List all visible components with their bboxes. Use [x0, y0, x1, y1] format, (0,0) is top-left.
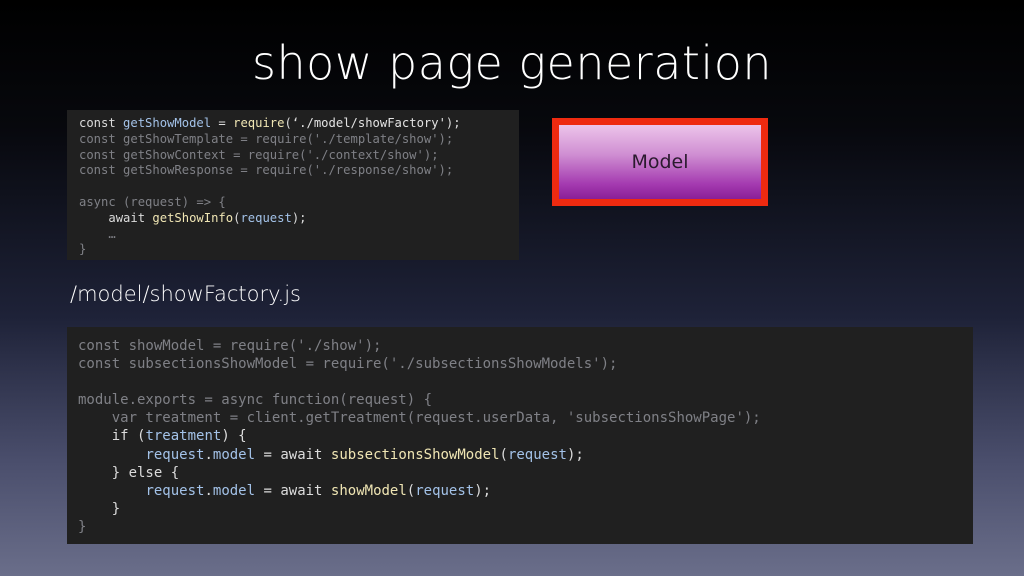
code-line: async (request) => {: [79, 195, 519, 211]
code-block-show-factory: const showModel = require('./show'); cons…: [67, 327, 973, 544]
code-token: const getShowResponse = require('./respo…: [79, 163, 454, 178]
code-token: request: [240, 210, 292, 225]
code-token: (: [499, 446, 508, 463]
slide-title: show page generation: [252, 36, 772, 90]
model-label: Model: [559, 125, 761, 199]
code-token: );: [291, 210, 307, 225]
code-token: const getShowContext = require('./contex…: [79, 147, 439, 162]
code-token: showModel: [330, 482, 407, 499]
code-token: =: [255, 446, 281, 463]
code-token: const: [79, 116, 124, 130]
code-token: .: [204, 482, 213, 499]
code-token: model: [212, 482, 256, 499]
code-token: ‘./model/showFactory': [291, 116, 446, 130]
code-token: request: [145, 446, 205, 463]
code-line: if (treatment) {: [78, 427, 973, 445]
code-line: …: [79, 227, 519, 243]
code-token: =: [211, 116, 234, 130]
code-token: const showModel = require('./show');: [78, 338, 382, 354]
code-line: const getShowModel = require(‘./model/sh…: [79, 116, 519, 132]
code-token: getShowInfo: [152, 210, 234, 225]
code-line: const getShowResponse = require('./respo…: [79, 163, 519, 179]
code-token: await: [280, 482, 331, 499]
code-token: await: [280, 446, 331, 463]
code-token: getShowModel: [123, 116, 212, 130]
code-token: (: [284, 116, 292, 130]
code-token: );: [474, 482, 492, 499]
code-token: subsectionsShowModel: [330, 446, 500, 463]
code-line: } else {: [78, 464, 973, 482]
code-token: const subsectionsShowModel = require('./…: [78, 356, 618, 373]
code-token: async (request) => {: [79, 194, 226, 209]
code-token: );: [445, 116, 461, 130]
code-token: ) {: [221, 428, 247, 445]
model-box: Model: [552, 118, 768, 206]
code-token: request: [507, 446, 567, 463]
code-line: var treatment = client.getTreatment(requ…: [78, 409, 973, 427]
code-block-usage: const getShowModel = require(‘./model/sh…: [67, 110, 519, 260]
code-line: }: [78, 518, 973, 536]
code-line: const getShowTemplate = require('./templ…: [79, 132, 519, 148]
code-token: module.exports = async function(request)…: [78, 392, 433, 409]
code-token: await: [108, 210, 153, 225]
code-token: …: [108, 226, 116, 241]
code-token: model: [212, 446, 256, 463]
code-token: } else {: [111, 464, 180, 481]
code-token: }: [111, 500, 121, 517]
code-line: }: [78, 500, 973, 518]
code-token: );: [566, 446, 584, 463]
code-line: request.model = await subsectionsShowMod…: [78, 446, 973, 464]
code-token: const getShowTemplate = require('./templ…: [79, 131, 454, 146]
code-line: request.model = await showModel(request)…: [78, 482, 973, 500]
code-line: }: [79, 242, 519, 258]
code-token: request: [415, 482, 475, 499]
code-line: const getShowContext = require('./contex…: [79, 148, 519, 164]
code-line: const subsectionsShowModel = require('./…: [78, 355, 973, 373]
code-token: treatment: [145, 428, 222, 445]
code-token: require: [233, 116, 285, 130]
code-token: request: [145, 482, 205, 499]
code-token: =: [255, 482, 281, 499]
code-token: var treatment = client.getTreatment(requ…: [111, 410, 761, 427]
code-token: if: [111, 428, 138, 445]
code-line: await getShowInfo(request);: [79, 211, 519, 227]
code-token: }: [79, 242, 87, 257]
code-line: module.exports = async function(request)…: [78, 391, 973, 409]
code-token: }: [78, 518, 87, 535]
code-line: const showModel = require('./show');: [78, 337, 973, 355]
code-token: .: [204, 446, 213, 463]
file-path-label: /model/showFactory.js: [70, 282, 301, 306]
code-token: (: [406, 482, 416, 499]
